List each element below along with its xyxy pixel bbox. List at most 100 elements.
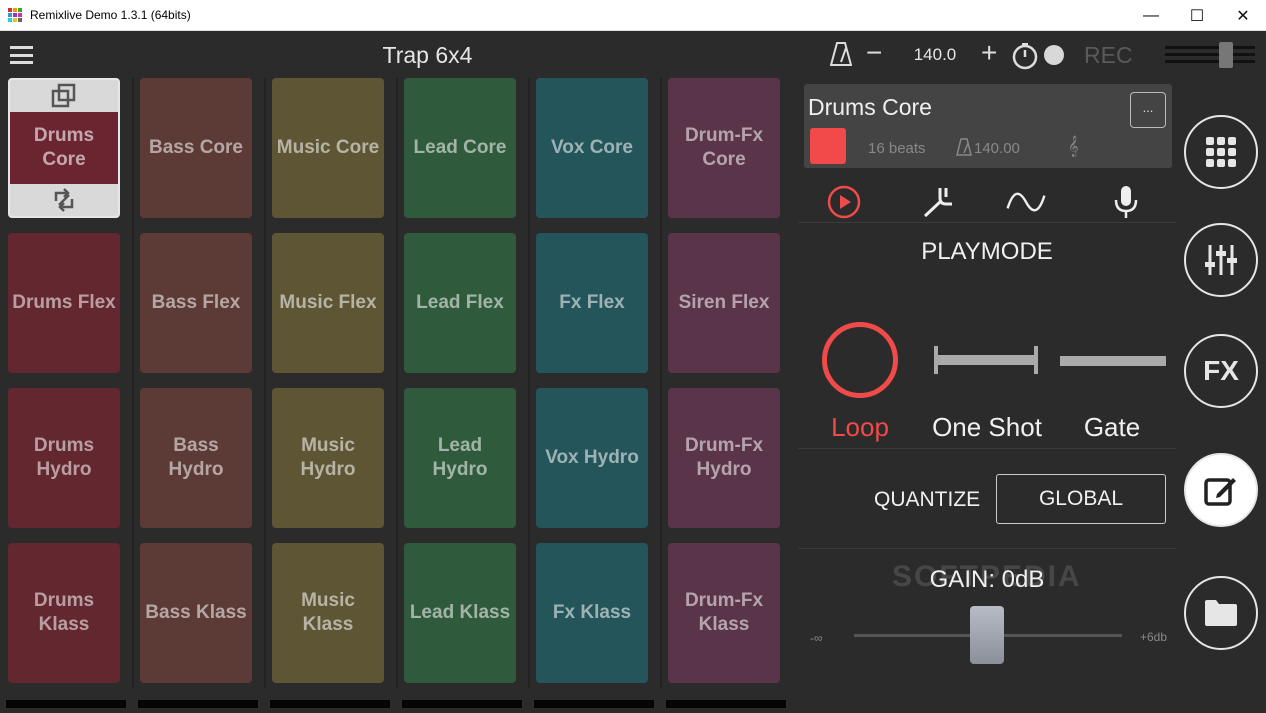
pad-vox-hydro[interactable]: Vox Hydro <box>536 388 648 528</box>
master-volume-slider[interactable] <box>1165 42 1255 68</box>
maximize-button[interactable]: ☐ <box>1174 0 1220 31</box>
pad-fx-flex[interactable]: Fx Flex <box>536 233 648 373</box>
swap-icon[interactable] <box>10 184 118 216</box>
pad-music-klass[interactable]: Music Klass <box>272 543 384 683</box>
pad-label: Fx Flex <box>559 292 625 313</box>
pad-fx-klass[interactable]: Fx Klass <box>536 543 648 683</box>
clip-color-swatch[interactable] <box>810 128 846 164</box>
pad-drum-fx-hydro[interactable]: Drum-Fx Hydro <box>668 388 780 528</box>
mixer-button[interactable] <box>1184 223 1258 297</box>
gain-max-label: +6db <box>1140 630 1168 644</box>
pad-drum-fx-klass[interactable]: Drum-Fx Klass <box>668 543 780 683</box>
window-titlebar: Remixlive Demo 1.3.1 (64bits) — ☐ ✕ <box>0 0 1266 31</box>
pad-label: Lead Flex <box>416 292 504 313</box>
gain-slider-knob[interactable] <box>970 606 1004 664</box>
grid-icon <box>1206 137 1236 167</box>
edit-sample-button[interactable] <box>1184 453 1258 527</box>
pad-bass-flex[interactable]: Bass Flex <box>140 233 252 373</box>
divider <box>798 548 1176 549</box>
pad-drums-hydro[interactable]: Drums Hydro <box>8 388 120 528</box>
pad-drums-flex[interactable]: Drums Flex <box>8 233 120 373</box>
gate-mode-icon[interactable] <box>1060 356 1166 366</box>
set-title: Trap 6x4 <box>382 42 473 68</box>
pad-vox-core[interactable]: Vox Core <box>536 78 648 218</box>
pad-lead-klass[interactable]: Lead Klass <box>404 543 516 683</box>
pad-label: Bass Flex <box>151 292 241 313</box>
tempo-dial-icon[interactable] <box>1011 42 1039 70</box>
pad-siren-flex[interactable]: Siren Flex <box>668 233 780 373</box>
tempo-value[interactable]: 140.0 <box>905 45 965 65</box>
pad-label: Drum-Fx Klass <box>684 590 764 635</box>
loop-mode-icon[interactable] <box>822 322 898 398</box>
master-volume-knob[interactable] <box>1219 42 1233 68</box>
pad-label: Siren Flex <box>678 292 770 313</box>
pad-drum-fx-core[interactable]: Drum-Fx Core <box>668 78 780 218</box>
column-level-bar <box>6 700 126 708</box>
column-separator <box>132 78 134 688</box>
minimize-button[interactable]: — <box>1128 0 1174 31</box>
clip-beats: 16 beats <box>868 140 926 157</box>
column-level-bar <box>138 700 258 708</box>
waveform-icon[interactable] <box>1006 182 1046 222</box>
pad-label: Drum-Fx Hydro <box>684 435 764 480</box>
pad-label: Music Klass <box>301 590 355 635</box>
pad-lead-core[interactable]: Lead Core <box>404 78 516 218</box>
loop-mode-label[interactable]: Loop <box>820 412 900 443</box>
pad-music-hydro[interactable]: Music Hydro <box>272 388 384 528</box>
metronome-icon[interactable] <box>830 42 852 66</box>
pad-label: Vox Hydro <box>545 447 639 468</box>
gain-min-label: -∞ <box>810 631 823 645</box>
pad-label: Bass Core <box>149 137 243 158</box>
pad-label: Drums Klass <box>33 590 95 635</box>
pad-bass-klass[interactable]: Bass Klass <box>140 543 252 683</box>
window-title: Remixlive Demo 1.3.1 (64bits) <box>30 8 191 22</box>
pad-label: Music Core <box>276 137 380 158</box>
clip-info-card: Drums Core ... 16 beats 140.00 𝄞 <box>804 84 1172 168</box>
fx-button[interactable]: FX <box>1184 334 1258 408</box>
divider <box>798 222 1176 223</box>
pad-label: Bass Klass <box>145 602 247 623</box>
pad-drums-core[interactable]: Drums Core <box>8 78 120 218</box>
treble-clef-icon[interactable]: 𝄞 <box>1068 136 1079 157</box>
tempo-increase-button[interactable]: + <box>981 38 1001 68</box>
one-shot-mode-icon[interactable] <box>932 346 1040 374</box>
quantize-label: QUANTIZE <box>874 488 981 511</box>
pad-lead-hydro[interactable]: Lead Hydro <box>404 388 516 528</box>
app-icon <box>8 8 22 22</box>
pad-label: Drums Flex <box>12 292 116 313</box>
browser-button[interactable] <box>1184 576 1258 650</box>
pad-drums-klass[interactable]: Drums Klass <box>8 543 120 683</box>
menu-icon[interactable] <box>10 46 33 64</box>
close-button[interactable]: ✕ <box>1220 0 1266 31</box>
fx-label: FX <box>1203 355 1239 386</box>
pad-label: Bass Hydro <box>168 435 224 480</box>
record-button[interactable]: REC <box>1084 42 1133 69</box>
pad-label: Music Flex <box>279 292 377 313</box>
play-tab-icon[interactable] <box>824 182 864 222</box>
pad-label: Drums Hydro <box>33 435 95 480</box>
pad-lead-flex[interactable]: Lead Flex <box>404 233 516 373</box>
one-shot-mode-label[interactable]: One Shot <box>924 412 1050 443</box>
pad-music-core[interactable]: Music Core <box>272 78 384 218</box>
column-level-bar <box>666 700 786 708</box>
tuning-fork-icon[interactable] <box>918 182 958 222</box>
clip-bpm: 140.00 <box>974 140 1020 157</box>
column-separator <box>264 78 266 688</box>
pad-bass-hydro[interactable]: Bass Hydro <box>140 388 252 528</box>
playmode-title: PLAYMODE <box>921 238 1053 265</box>
pads-view-button[interactable] <box>1184 115 1258 189</box>
clip-name[interactable]: Drums Core <box>808 94 932 121</box>
column-level-bar <box>534 700 654 708</box>
pad-label: Vox Core <box>550 137 633 158</box>
clip-more-button[interactable]: ... <box>1130 92 1166 128</box>
gate-mode-label[interactable]: Gate <box>1074 412 1150 443</box>
pad-bass-core[interactable]: Bass Core <box>140 78 252 218</box>
sync-indicator[interactable] <box>1044 45 1064 65</box>
quantize-select[interactable]: GLOBAL <box>996 474 1166 524</box>
mixer-sliders-icon <box>1205 245 1237 275</box>
pad-label: Drums Core <box>10 112 118 184</box>
pad-music-flex[interactable]: Music Flex <box>272 233 384 373</box>
microphone-icon[interactable] <box>1106 182 1146 222</box>
tempo-decrease-button[interactable]: − <box>866 38 886 68</box>
duplicate-icon[interactable] <box>10 80 118 112</box>
